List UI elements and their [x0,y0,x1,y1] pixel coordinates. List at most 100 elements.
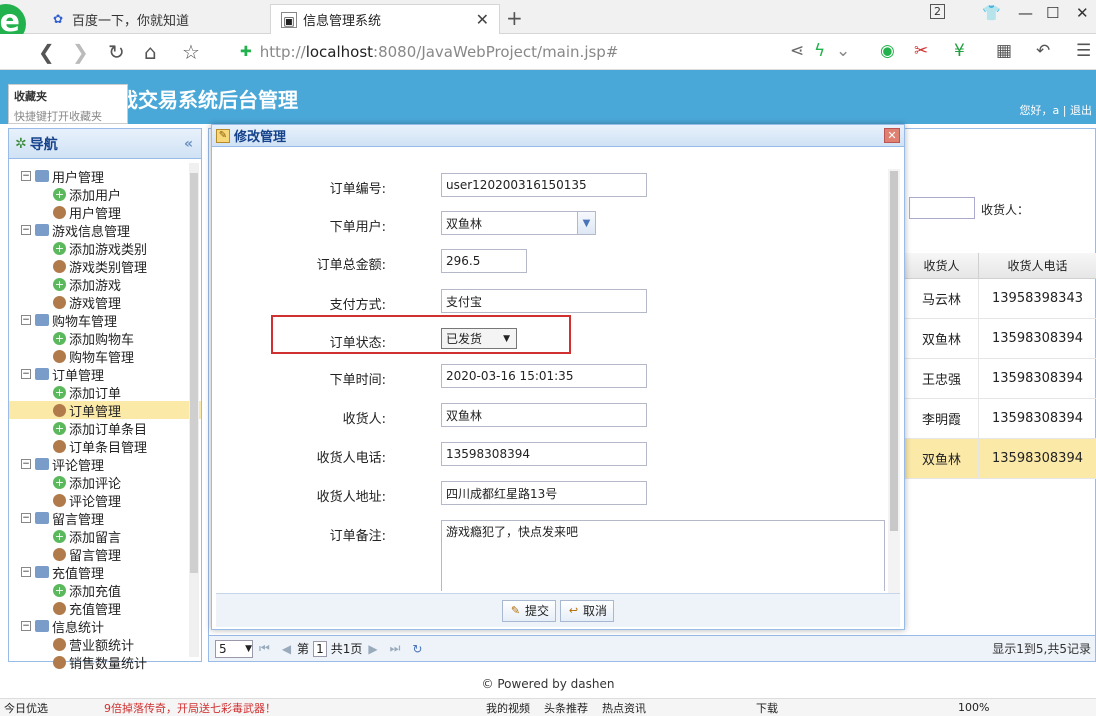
collapse-toggle-icon[interactable]: − [21,171,31,181]
nav-item[interactable]: 用户管理 [9,203,201,222]
nav-item[interactable]: + 添加游戏类别 [9,239,201,258]
recommend-link[interactable]: 头条推荐 [544,700,588,716]
my-video-link[interactable]: 我的视频 [486,700,530,716]
nav-item[interactable]: 订单条目管理 [9,437,201,456]
next-page-icon[interactable]: ▶ [368,642,377,656]
nav-item[interactable]: 营业额统计 [9,635,201,654]
chevron-down-icon[interactable]: ▼ [577,212,595,234]
tab-info-system[interactable]: ▣ 信息管理系统 ✕ [270,4,500,34]
table-row[interactable]: 王忠强 13598308394 [905,359,1096,399]
order-no-input[interactable]: user120200316150135 [441,173,647,197]
nav-group[interactable]: − 用户管理 [9,167,201,186]
collapse-toggle-icon[interactable]: − [21,315,31,325]
search-input[interactable] [909,197,975,219]
user-combobox[interactable]: 双鱼林 ▼ [441,211,596,235]
home-icon[interactable]: ⌂ [144,40,157,64]
nav-item[interactable]: + 添加用户 [9,185,201,204]
col-receiver[interactable]: 收货人 [905,253,979,278]
star-icon[interactable]: ☆ [182,40,200,64]
nav-item[interactable]: + 添加订单条目 [9,419,201,438]
nav-group[interactable]: − 购物车管理 [9,311,201,330]
col-phone[interactable]: 收货人电话 [979,253,1096,278]
download-link[interactable]: 下载 [756,700,778,716]
cancel-button[interactable]: ↩ 取消 [560,599,615,622]
table-row[interactable]: 李明霞 13598308394 [905,399,1096,439]
chevron-down-icon[interactable]: ⌄ [836,41,850,61]
apps-icon[interactable]: ▦ [996,41,1012,61]
favorites-popup[interactable]: 收藏夹 快捷键打开收藏夹 [8,84,128,124]
skin-icon[interactable]: 👕 [982,4,1001,22]
nav-item[interactable]: 销售数量统计 [9,653,201,672]
coin-icon[interactable]: ¥ [954,41,965,61]
minimize-icon[interactable]: — [1018,4,1033,22]
phone-input[interactable]: 13598308394 [441,442,647,466]
today-pick[interactable]: 今日优选 [4,700,48,716]
collapse-toggle-icon[interactable]: − [21,513,31,523]
page-size-select[interactable]: 5 ▼ [215,639,253,658]
zoom-level[interactable]: 100% [958,701,989,714]
share-icon[interactable]: ⋖ [790,41,804,61]
receiver-input[interactable]: 双鱼林 [441,403,647,427]
prev-page-icon[interactable]: ◀ [282,642,291,656]
nav-item[interactable]: 游戏管理 [9,293,201,312]
lightning-icon[interactable]: ϟ [814,41,825,61]
last-page-icon[interactable]: ⏭ [390,641,401,656]
maximize-icon[interactable]: ☐ [1046,4,1059,22]
dialog-scrollbar[interactable] [888,169,900,593]
page-number-input[interactable]: 1 [313,640,327,657]
nav-item[interactable]: + 添加购物车 [9,329,201,348]
collapse-toggle-icon[interactable]: − [21,621,31,631]
forward-icon[interactable]: ❯ [72,40,89,64]
memo-textarea[interactable]: 游戏瘾犯了，快点发来吧 [441,520,885,591]
collapse-toggle-icon[interactable]: − [21,459,31,469]
nav-item[interactable]: + 添加游戏 [9,275,201,294]
nav-item[interactable]: + 添加充值 [9,581,201,600]
nav-group[interactable]: − 留言管理 [9,509,201,528]
collapse-toggle-icon[interactable]: − [21,225,31,235]
greeting[interactable]: 您好，a | 退出 [1020,102,1092,118]
nav-item[interactable]: 充值管理 [9,599,201,618]
new-tab-icon[interactable]: + [506,6,523,30]
tab-baidu[interactable]: ✿ 百度一下，你就知道 [40,4,266,34]
pay-input[interactable]: 支付宝 [441,289,647,313]
first-page-icon[interactable]: ⏮ [259,641,270,656]
nav-group[interactable]: − 评论管理 [9,455,201,474]
nav-group[interactable]: − 游戏信息管理 [9,221,201,240]
nav-item[interactable]: 订单管理 [9,401,201,420]
tab-count-badge[interactable]: 2 [930,4,945,19]
close-dialog-icon[interactable]: ✕ [884,128,900,143]
menu-icon[interactable]: ☰ [1076,41,1091,61]
scissors-icon[interactable]: ✂ [914,41,928,61]
refresh-grid-icon[interactable]: ↻ [412,642,422,656]
collapse-icon[interactable]: « [184,136,193,152]
nav-group[interactable]: − 订单管理 [9,365,201,384]
refresh-icon[interactable]: ↻ [108,40,125,64]
wechat-icon[interactable]: ◉ [880,41,895,61]
close-tab-icon[interactable]: ✕ [476,10,489,29]
table-row[interactable]: 双鱼林 13598308394 [905,319,1096,359]
url-field[interactable]: ✚ http:// localhost :8080/JavaWebProject… [240,39,860,65]
table-row[interactable]: 马云林 13958398343 [905,279,1096,319]
undo-icon[interactable]: ↶ [1036,41,1050,61]
nav-item[interactable]: 游戏类别管理 [9,257,201,276]
back-icon[interactable]: ❮ [38,40,55,64]
submit-button[interactable]: ✎ 提交 [501,599,556,622]
hot-news-link[interactable]: 热点资讯 [602,700,646,716]
collapse-toggle-icon[interactable]: − [21,567,31,577]
collapse-toggle-icon[interactable]: − [21,369,31,379]
nav-group[interactable]: − 信息统计 [9,617,201,636]
nav-item[interactable]: + 添加订单 [9,383,201,402]
nav-item[interactable]: + 添加留言 [9,527,201,546]
nav-group[interactable]: − 充值管理 [9,563,201,582]
time-input[interactable]: 2020-03-16 15:01:35 [441,364,647,388]
close-window-icon[interactable]: ✕ [1076,4,1089,22]
total-input[interactable]: 296.5 [441,249,527,273]
address-input[interactable]: 四川成都红星路13号 [441,481,647,505]
nav-item[interactable]: + 添加评论 [9,473,201,492]
nav-item[interactable]: 购物车管理 [9,347,201,366]
news-ticker[interactable]: 9倍掉落传奇，开局送七彩毒武器！ [104,700,276,716]
nav-scrollbar[interactable] [189,163,199,657]
table-row[interactable]: 双鱼林 13598308394 [905,439,1096,479]
nav-item[interactable]: 评论管理 [9,491,201,510]
nav-item[interactable]: 留言管理 [9,545,201,564]
